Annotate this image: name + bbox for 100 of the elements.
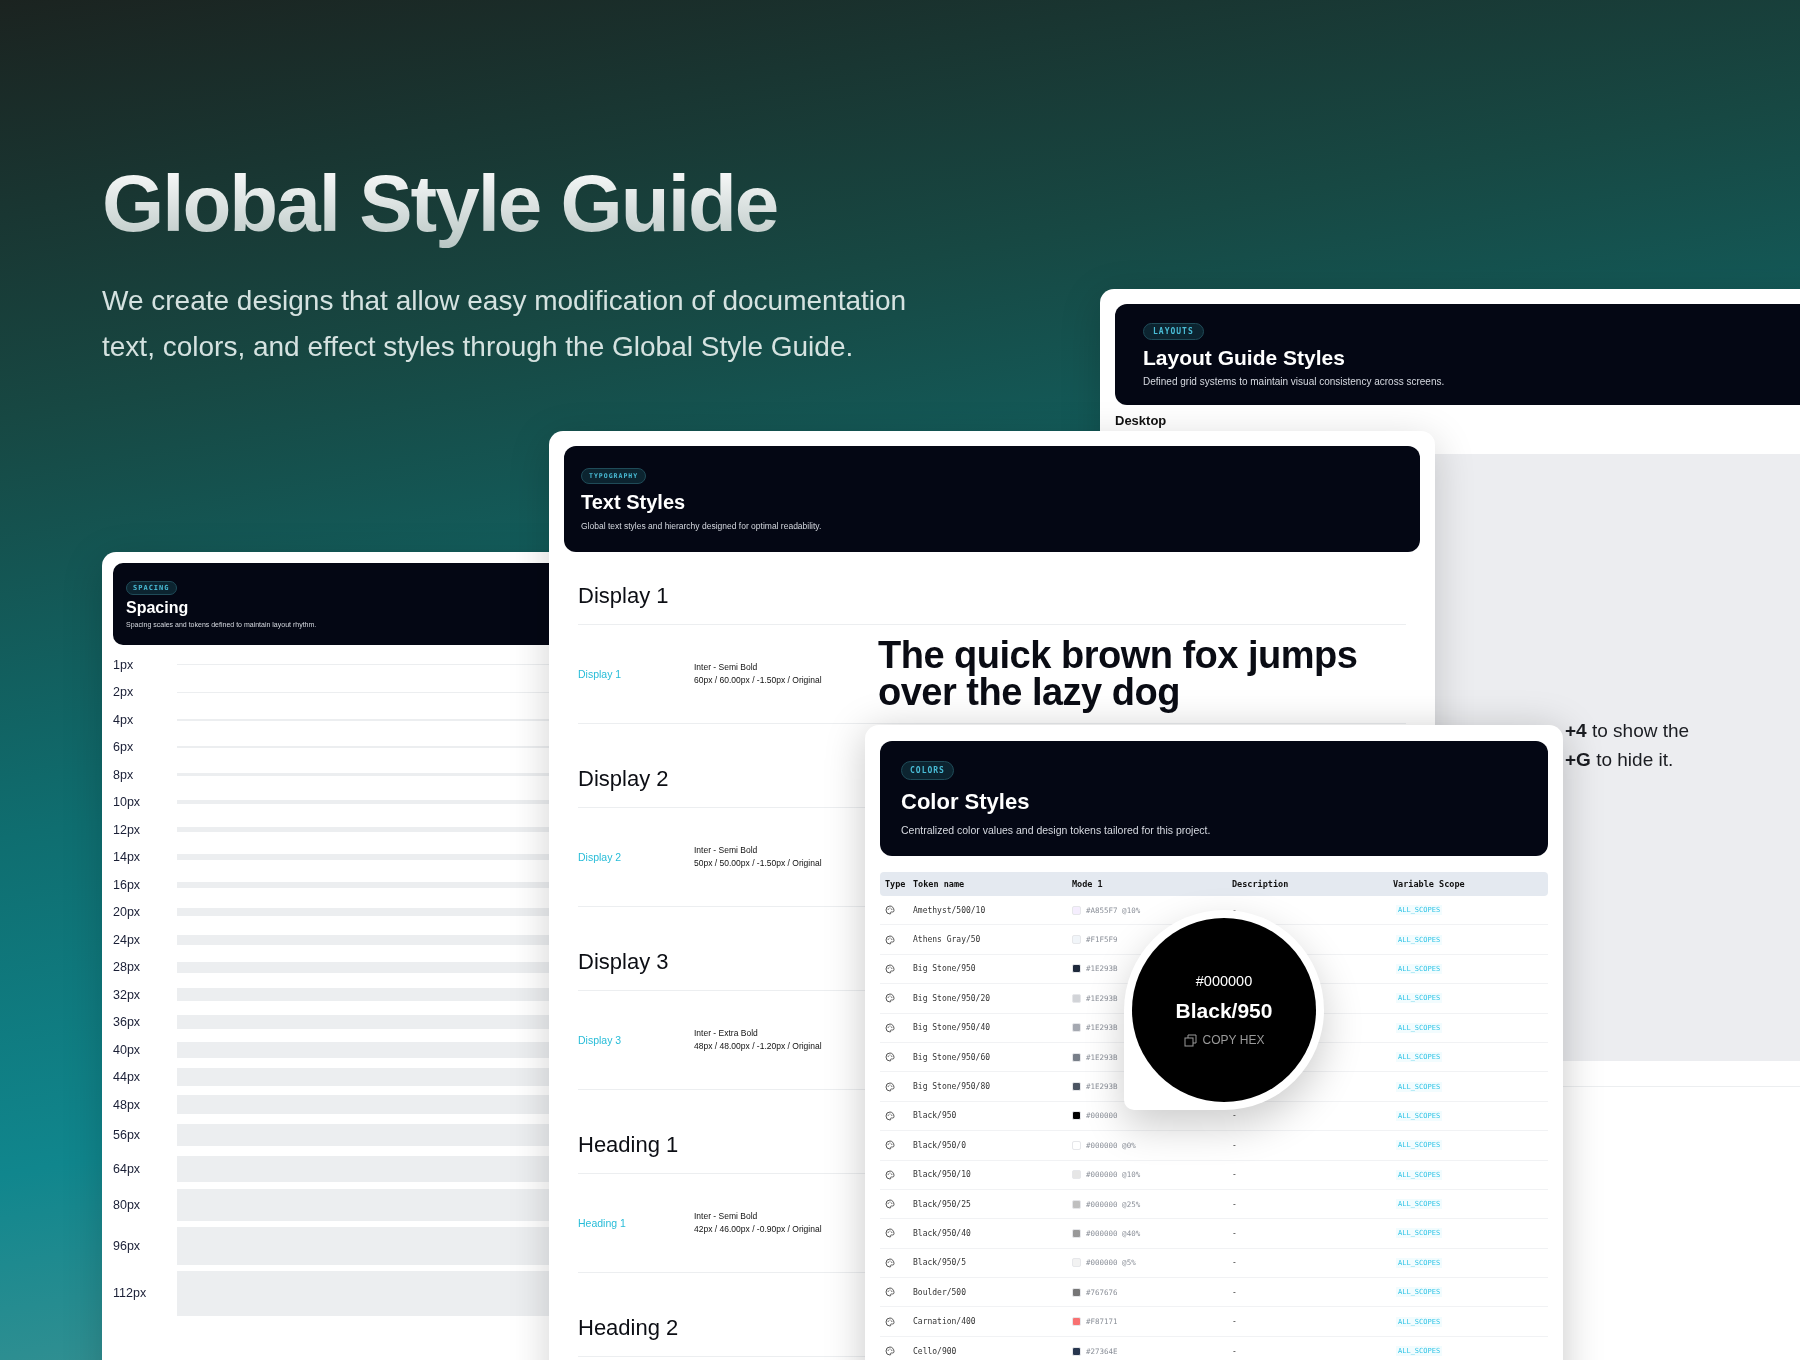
font-name: Inter - Extra Bold [694,1027,759,1040]
spacing-label: 6px [113,740,135,755]
spacing-label: 8px [113,767,135,782]
palette-icon [885,1169,895,1180]
palette-icon [885,1257,895,1268]
column-header: Mode 1 [1072,879,1104,889]
style-name: Display 3 [578,1034,623,1046]
style-name: Heading 1 [578,1217,627,1229]
palette-icon [885,1110,895,1121]
description-cell-text: - [1232,1170,1238,1180]
description-cell-text: - [1232,1258,1238,1268]
font-metrics: 60px / 60.00px / -1.50px / Original [694,674,823,687]
spacing-label: 12px [113,822,142,837]
card-description: Defined grid systems to maintain visual consistency across screens. [1143,375,1446,387]
section-title: Desktop [1115,413,1168,428]
spacing-label: 36px [113,1015,142,1030]
palette-icon [885,1081,895,1092]
category-badge: COLORS [901,761,954,780]
spacing-label: 56px [113,1128,142,1143]
style-heading: Display 3 [578,949,669,975]
spacing-label: 64px [113,1161,142,1176]
palette-icon [885,1287,895,1298]
palette-icon [885,1346,895,1357]
hint-text: +G to hide it. [1565,748,1675,772]
palette-icon [885,1228,895,1239]
token-name: Big Stone/950/40 [913,1023,992,1033]
style-heading: Heading 2 [578,1315,679,1341]
palette-icon [885,993,895,1004]
token-name: Black/950 [913,1111,958,1121]
sample-text: The quick brown fox jumps over the lazy dog [878,637,1359,711]
palette-icon [885,1199,895,1210]
style-heading: Heading 1 [578,1132,679,1158]
spacing-label: 48px [113,1097,142,1112]
copy-icon [1183,1033,1197,1047]
style-heading: Display 2 [578,766,669,792]
spacing-label: 4px [113,712,135,727]
token-name: Cello/900 [913,1346,958,1356]
spacing-label: 32px [113,987,142,1002]
card-description: Centralized color values and design tokens tailored for this project. [901,824,1212,836]
description-cell-text: - [1232,905,1238,915]
card-title: Spacing [126,598,190,617]
palette-icon [885,963,895,974]
hint-text: +4 to show the [1565,719,1691,743]
spacing-label: 40px [113,1042,142,1057]
token-name: Black/950/5 [913,1258,967,1268]
column-header: Description [1232,879,1290,889]
popover-hex: #000000 [1195,973,1253,989]
token-name: Amethyst/500/10 [913,905,987,915]
spacing-label: 112px [113,1286,148,1300]
spacing-label: 10px [113,795,142,810]
card-title: Color Styles [901,789,1031,815]
font-metrics: 50px / 50.00px / -1.50px / Original [694,857,823,870]
palette-icon [885,1022,895,1033]
spacing-label: 28px [113,960,142,975]
column-header: Type [885,879,907,889]
copy-hex-button[interactable]: COPY HEX [1183,1033,1265,1047]
spacing-label: 20px [113,905,142,920]
token-name: Big Stone/950 [913,964,977,974]
font-metrics: 42px / 46.00px / -0.90px / Original [694,1223,823,1236]
token-name: Black/950/0 [913,1140,967,1150]
column-header: Variable Scope [1393,879,1466,889]
token-name: Big Stone/950/20 [913,993,992,1003]
spacing-label: 44px [113,1070,142,1085]
page-subtitle: We create designs that allow easy modification of documentation text, colors, and effect styles through the Global Style Guide. [102,284,908,364]
font-name: Inter - Semi Bold [694,661,759,674]
palette-icon [885,934,895,945]
palette-icon [885,905,895,916]
card-title: Text Styles [581,490,687,514]
style-heading: Display 1 [578,583,669,609]
spacing-label: 16px [113,877,142,892]
token-name: Athens Gray/50 [913,935,982,945]
token-name: Big Stone/950/80 [913,1082,992,1092]
spacing-label: 96px [113,1238,142,1253]
style-name: Display 2 [578,851,623,863]
card-title: Layout Guide Styles [1143,345,1346,370]
spacing-label: 80px [113,1197,142,1212]
category-badge: LAYOUTS [1143,322,1204,340]
token-name: Black/950/10 [913,1170,972,1180]
palette-icon [885,1316,895,1327]
popover-color-name: Black/950 [1175,999,1273,1023]
token-name: Black/950/25 [913,1199,972,1209]
font-name: Inter - Semi Bold [694,844,759,857]
column-header: Token name [913,879,966,889]
token-name: Big Stone/950/60 [913,1052,992,1062]
description-cell-text: - [1232,1140,1238,1150]
card-description: Global text styles and hierarchy designed for optimal readability. [581,520,823,531]
style-name: Display 1 [578,668,623,680]
spacing-label: 14px [113,850,142,865]
spacing-label: 2px [113,685,135,700]
description-cell-text: - [1232,1229,1238,1238]
font-name: Inter - Semi Bold [694,1210,759,1223]
font-metrics: 48px / 48.00px / -1.20px / Original [694,1040,823,1053]
description-cell-text: - [1232,1317,1238,1327]
description-cell-text: - [1232,1199,1238,1209]
description-cell-text: - [1232,1287,1238,1297]
token-name: Carnation/400 [913,1317,977,1327]
description-cell-text: - [1232,1346,1238,1356]
palette-icon [885,1140,895,1151]
description-cell-text: - [1232,1111,1238,1121]
token-name: Black/950/40 [913,1229,972,1238]
